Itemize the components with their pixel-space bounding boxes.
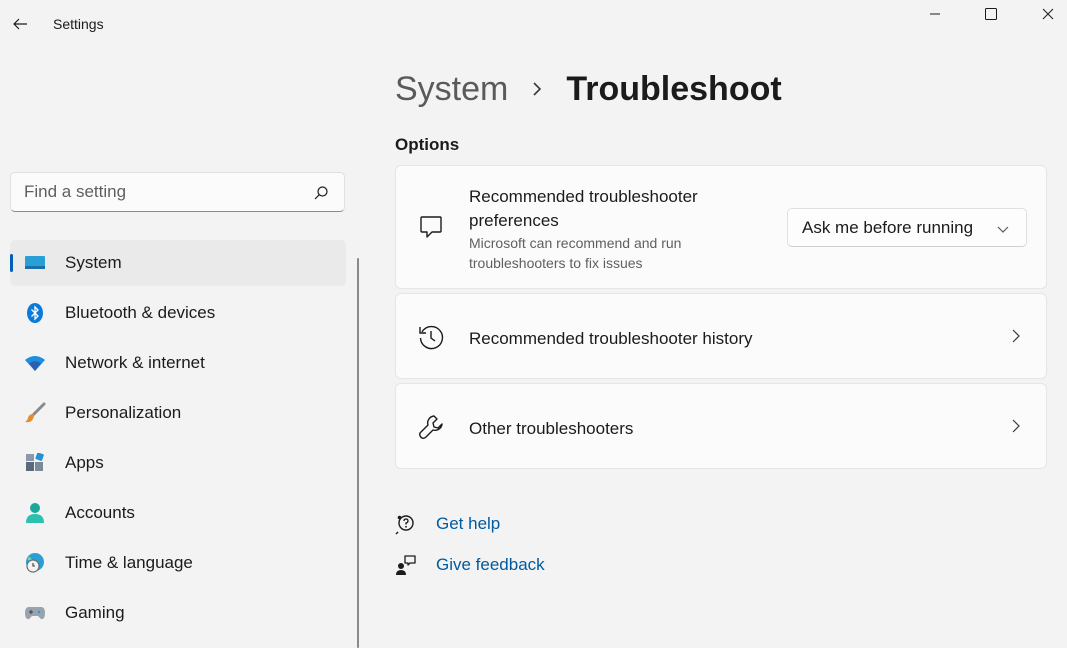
- search-icon[interactable]: [312, 184, 330, 202]
- title-bar: Settings: [0, 0, 1067, 48]
- breadcrumb: System Troubleshoot: [395, 66, 782, 112]
- feedback-icon: [395, 554, 417, 576]
- sidebar-nav: System Bluetooth & devices Network & int…: [10, 240, 346, 640]
- link-label: Get help: [436, 514, 501, 533]
- person-icon: [23, 501, 47, 525]
- card-title: Recommended troubleshooter preferences: [469, 187, 698, 230]
- other-troubleshooters-card[interactable]: Other troubleshooters: [395, 383, 1047, 469]
- minimize-button[interactable]: [907, 0, 963, 28]
- page-title: Troubleshoot: [566, 69, 782, 108]
- card-title: Other troubleshooters: [469, 419, 634, 438]
- chat-bubble-icon: [417, 214, 445, 242]
- maximize-button[interactable]: [963, 0, 1019, 28]
- troubleshooter-history-card[interactable]: Recommended troubleshooter history: [395, 293, 1047, 379]
- troubleshooter-preferences-card: Recommended troubleshooter preferences M…: [395, 165, 1047, 289]
- sidebar-item-label: Time & language: [65, 553, 193, 572]
- card-description: Microsoft can recommend and run troubles…: [469, 235, 682, 271]
- system-monitor-icon: [23, 251, 47, 275]
- chevron-right-icon: [533, 82, 542, 96]
- chevron-right-icon: [1012, 329, 1020, 343]
- give-feedback-link[interactable]: Give feedback: [395, 552, 545, 578]
- search-box[interactable]: [10, 172, 345, 212]
- sidebar-item-label: Accounts: [65, 503, 135, 522]
- bluetooth-icon: [23, 301, 47, 325]
- help-icon: [395, 513, 417, 535]
- sidebar-item-label: Personalization: [65, 403, 182, 422]
- link-label: Give feedback: [436, 555, 545, 574]
- gamepad-icon: [23, 601, 47, 625]
- app-title: Settings: [53, 16, 104, 32]
- back-arrow-icon: [13, 18, 27, 30]
- wifi-icon: [23, 351, 47, 375]
- sidebar-item-label: Bluetooth & devices: [65, 303, 216, 322]
- back-button[interactable]: [6, 8, 34, 40]
- troubleshooter-preference-dropdown[interactable]: Ask me before running: [787, 208, 1027, 247]
- sidebar-item-apps[interactable]: Apps: [10, 440, 346, 486]
- section-title: Options: [395, 135, 460, 154]
- maximize-icon: [985, 8, 997, 20]
- breadcrumb-parent[interactable]: System: [395, 70, 508, 109]
- sidebar-item-personalization[interactable]: Personalization: [10, 390, 346, 436]
- sidebar-item-time-language[interactable]: Time & language: [10, 540, 346, 586]
- chevron-down-icon: [997, 226, 1009, 233]
- card-title: Recommended troubleshooter history: [469, 329, 753, 348]
- chevron-right-icon: [1012, 419, 1020, 433]
- search-input[interactable]: [24, 182, 304, 202]
- sidebar-item-label: System: [65, 253, 122, 272]
- sidebar-item-accounts[interactable]: Accounts: [10, 490, 346, 536]
- get-help-link[interactable]: Get help: [395, 511, 500, 537]
- minimize-icon: [930, 13, 940, 15]
- close-icon: [1042, 8, 1054, 20]
- wrench-icon: [417, 413, 445, 441]
- sidebar-item-label: Gaming: [65, 603, 125, 622]
- sidebar-item-system[interactable]: System: [10, 240, 346, 286]
- globe-clock-icon: [23, 551, 47, 575]
- paintbrush-icon: [23, 401, 47, 425]
- dropdown-value: Ask me before running: [802, 217, 974, 237]
- close-button[interactable]: [1020, 0, 1067, 28]
- sidebar-scrollbar[interactable]: [357, 258, 359, 648]
- apps-icon: [23, 451, 47, 475]
- sidebar-item-network[interactable]: Network & internet: [10, 340, 346, 386]
- sidebar-item-label: Network & internet: [65, 353, 205, 372]
- history-icon: [417, 323, 445, 351]
- sidebar-item-gaming[interactable]: Gaming: [10, 590, 346, 636]
- sidebar-item-bluetooth[interactable]: Bluetooth & devices: [10, 290, 346, 336]
- sidebar-item-label: Apps: [65, 453, 104, 472]
